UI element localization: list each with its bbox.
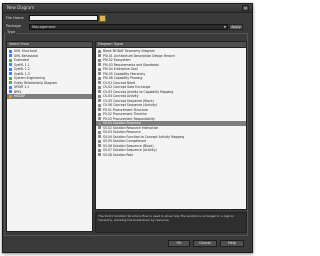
select-from-item-label: SysML 1.2 [14, 67, 30, 71]
category-icon [9, 94, 12, 98]
diagram-type-icon [98, 117, 101, 121]
category-icon [9, 58, 12, 62]
select-from-header: Select From [7, 42, 92, 48]
select-from-item-label: System Engineering [14, 76, 46, 80]
diagram-type-icon [98, 67, 101, 71]
diagram-type-label: PV-03 Procurement Responsibility [103, 116, 155, 121]
diagram-type-label: CV-04 Concept Activity [103, 94, 139, 98]
dialog-title: New Diagram [7, 5, 35, 10]
help-button[interactable]: Help [220, 240, 244, 247]
category-icon [9, 72, 12, 76]
select-from-list: UML Structural UML Behavioral Extended SysM… [7, 49, 92, 99]
diagram-type-label: SV-07 Solution Sequence (Activity) [103, 148, 157, 152]
category-icon [9, 67, 12, 71]
diagram-type-label: SV-08 Solution Role [103, 152, 134, 157]
diagram-type-icon [98, 85, 101, 89]
diagram-type-icon [98, 130, 101, 134]
file-name-input[interactable] [29, 15, 98, 21]
diagram-type-icon [98, 153, 101, 157]
diagram-type-icon [98, 135, 101, 139]
diagram-types-header: Diagram Types [96, 42, 246, 48]
package-dropdown[interactable]: Management ▼ [29, 24, 228, 30]
category-icon [9, 76, 12, 80]
select-from-item-label: BPEL [14, 89, 22, 94]
diagram-type-label: PIV-06 Capability Phasing [103, 76, 143, 80]
diagram-type-icon [98, 63, 101, 67]
diagram-type-label: CV-02 Concept Gate Exchange [103, 85, 151, 89]
diagram-type-label: CV-06 Concept Sequence (Activity) [103, 103, 158, 107]
diagram-type-label: PIV-04 Enterprise Goal [103, 67, 138, 71]
diagram-types-list: Blank MODAF Taxonomy Diagram PIV-01 Archi… [96, 49, 246, 157]
diagram-type-icon [98, 94, 101, 98]
diagram-type-icon [98, 139, 101, 143]
diagram-type-label: CV-05 Concept Sequence (Block) [103, 98, 154, 103]
diagram-type-label: PIV-05 Capability Hierarchy [103, 71, 146, 76]
category-icon [9, 49, 12, 53]
diagram-type-icon [98, 81, 101, 85]
select-from-item-label: UML Behavioral [14, 53, 39, 58]
diagram-type-icon [98, 126, 101, 130]
diagram-type-icon [98, 103, 101, 107]
category-icon [9, 81, 12, 85]
select-from-panel: Select From UML Structural UML Behavioral… [6, 41, 93, 232]
diagram-description: The SV-01 Solution Structure flow is use… [95, 212, 247, 233]
diagram-type-label: Blank MODAF Taxonomy Diagram [103, 49, 155, 53]
diagram-type-icon [98, 54, 101, 58]
select-from-item-label: UPDM 1.1 [14, 85, 30, 89]
diagram-type-label: SV-05 Solution Competence [103, 139, 147, 143]
diagram-type-icon [98, 148, 101, 152]
select-from-item-label: Entity Relationship Diagram [14, 80, 58, 85]
diagram-type-label: PIV-01 Architecture Description Design R… [103, 53, 175, 58]
cancel-button[interactable]: Cancel [193, 240, 217, 247]
diagram-type-icon [98, 76, 101, 80]
select-from-item[interactable]: MODAF [7, 94, 92, 99]
category-icon [9, 54, 12, 58]
diagram-type-label: SV-02 Solution Resource Interaction [103, 125, 159, 130]
diagram-type-icon [98, 49, 101, 53]
diagram-types-panel: Diagram Types Blank MODAF Taxonomy Diagr… [95, 41, 247, 210]
select-from-item-label: Extended [14, 58, 29, 62]
category-icon [9, 85, 12, 89]
diagram-type-label: PIV-03 Requirements and Standards [103, 62, 159, 67]
diagram-type-icon [98, 72, 101, 76]
diagram-type-label: SV-01 Solution Structure [103, 121, 141, 125]
diagram-type-icon [98, 58, 101, 62]
close-icon[interactable]: ✕ [242, 5, 249, 12]
diagram-type-icon [98, 90, 101, 94]
diagram-type-label: CV-03 Concept Activity to Capability Map… [103, 89, 174, 94]
diagram-type-icon [98, 144, 101, 148]
select-from-item-label: SysML 1.3 [14, 71, 30, 76]
type-group-label: Type [6, 30, 17, 35]
package-value: Management [32, 25, 56, 29]
diagram-type-label: SV-06 Solution Sequence (Block) [103, 143, 154, 148]
select-from-item-label: MODAF [14, 94, 26, 98]
title-bar: New Diagram ✕ [3, 4, 252, 13]
diagram-type-label: SV-03 Solution Resource [103, 130, 141, 134]
file-name-label: File Name [6, 16, 24, 20]
select-from-item-label: UML Structural [14, 49, 37, 53]
diagram-type-label: CV-01 Concept Need [103, 80, 135, 85]
diagram-type-icon [98, 112, 101, 116]
browse-folder-icon[interactable] [99, 15, 106, 22]
select-from-item-label: SysML 1.1 [14, 62, 30, 67]
apply-button[interactable]: Apply [229, 24, 243, 30]
diagram-type-icon [98, 108, 101, 112]
chevron-down-icon: ▼ [223, 25, 226, 29]
diagram-type-label: SV-04 Solution Function to Concept Activ… [103, 134, 185, 139]
diagram-type-label: PV-01 Procurement Structure [103, 107, 148, 112]
ok-button[interactable]: OK [168, 240, 190, 247]
diagram-type-item[interactable]: SV-08 Solution Role [96, 153, 246, 158]
category-icon [9, 90, 12, 94]
diagram-type-label: PV-02 Procurement Timeline [103, 112, 147, 116]
diagram-type-icon [98, 99, 101, 103]
diagram-type-icon [98, 121, 101, 125]
diagram-type-label: PIV-02 Ecosystem [103, 58, 131, 62]
package-label: Package [6, 24, 21, 28]
category-icon [9, 63, 12, 67]
